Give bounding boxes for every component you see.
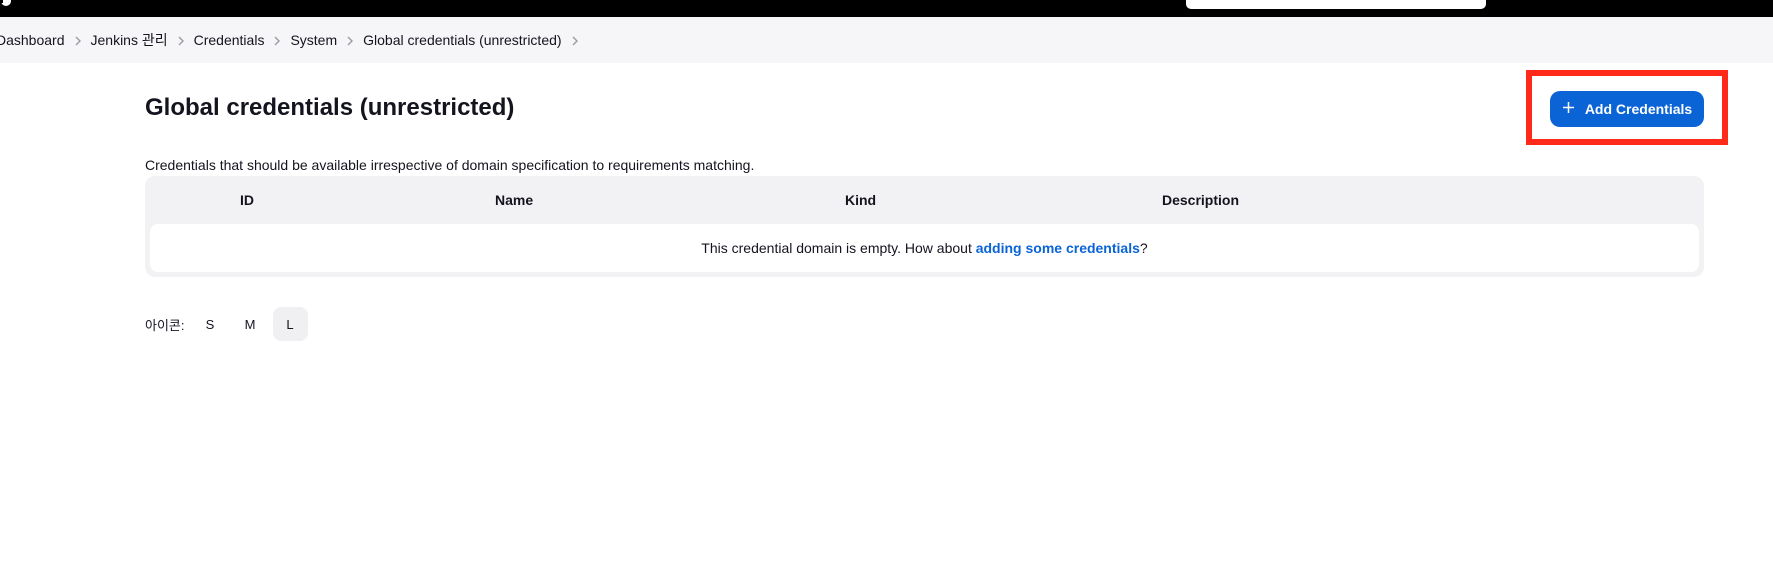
icon-size-m-button[interactable]: M [233,307,268,341]
top-bar [0,0,1773,17]
empty-state-row: This credential domain is empty. How abo… [150,224,1699,272]
jenkins-logo-icon[interactable] [0,0,22,8]
breadcrumb: Dashboard Jenkins 관리 Credentials System … [0,30,588,50]
add-credentials-label: Add Credentials [1584,101,1693,117]
plus-icon [1562,101,1575,117]
empty-state-text: This credential domain is empty. How abo… [701,240,976,256]
chevron-right-icon [168,32,194,48]
empty-state-suffix: ? [1139,240,1148,256]
breadcrumb-item-global-credentials[interactable]: Global credentials (unrestricted) [363,32,561,48]
chevron-right-icon [65,32,91,48]
breadcrumb-item-manage-jenkins[interactable]: Jenkins 관리 [91,30,168,50]
icon-size-label: 아이콘: [145,317,185,333]
breadcrumb-item-credentials[interactable]: Credentials [194,32,265,48]
column-header-description[interactable]: Description [1162,192,1239,208]
column-header-id[interactable]: ID [240,192,254,208]
credentials-table: ID Name Kind Description This credential… [145,176,1704,277]
search-input[interactable] [1186,0,1486,9]
icon-size-l-button[interactable]: L [272,307,308,341]
chevron-right-icon[interactable] [562,32,588,48]
column-header-name[interactable]: Name [495,192,533,208]
icon-size-s-button[interactable]: S [193,307,228,341]
page-description: Credentials that should be available irr… [145,157,755,173]
breadcrumb-item-system[interactable]: System [290,32,337,48]
chevron-right-icon [264,32,290,48]
breadcrumb-bar: Dashboard Jenkins 관리 Credentials System … [0,17,1773,63]
column-header-kind[interactable]: Kind [845,192,876,208]
adding-credentials-link[interactable]: adding some credentials [976,240,1140,256]
icon-size-selector: 아이콘: S M L [145,307,313,341]
breadcrumb-item-dashboard[interactable]: Dashboard [0,32,65,48]
chevron-right-icon [337,32,363,48]
page-title: Global credentials (unrestricted) [145,94,515,121]
add-credentials-button[interactable]: Add Credentials [1550,91,1704,127]
